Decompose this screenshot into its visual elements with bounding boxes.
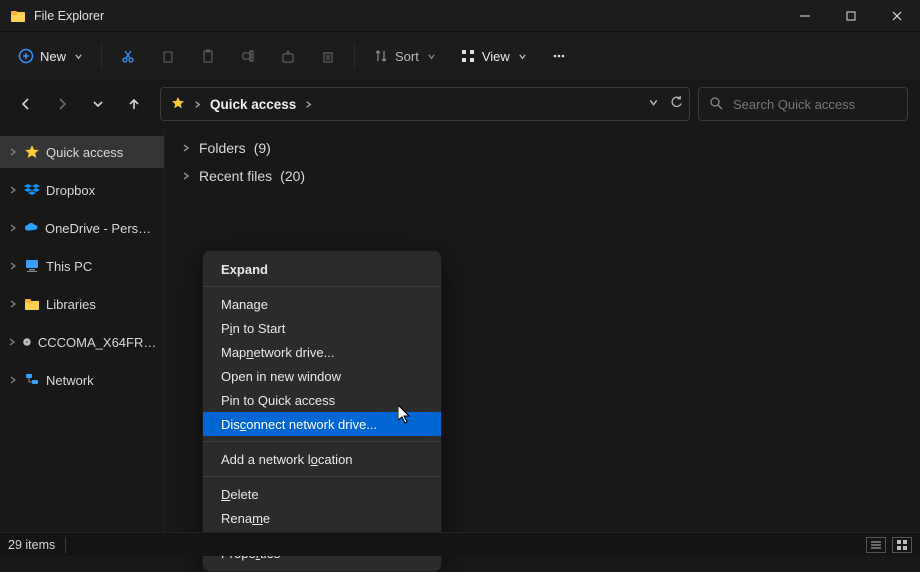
- ctx-map-network-drive[interactable]: Map network drive...: [203, 340, 441, 364]
- address-dropdown-button[interactable]: [647, 96, 660, 112]
- group-count: (20): [280, 168, 305, 184]
- sidebar-item-quick-access[interactable]: Quick access: [0, 136, 164, 168]
- sidebar-item-label: Dropbox: [46, 183, 95, 198]
- app-icon: [10, 8, 26, 24]
- sidebar-item-onedrive[interactable]: OneDrive - Personal: [0, 212, 164, 244]
- sort-button-label: Sort: [395, 49, 419, 64]
- sidebar-item-disc[interactable]: CCCOMA_X64FRE_EN-US_DV9: [0, 326, 164, 358]
- share-button[interactable]: [270, 39, 306, 73]
- status-item-count: 29 items: [8, 538, 55, 552]
- ctx-pin-quick-access[interactable]: Pin to Quick access: [203, 388, 441, 412]
- cut-button[interactable]: [110, 39, 146, 73]
- separator: [101, 44, 102, 68]
- ctx-manage[interactable]: Manage: [203, 292, 441, 316]
- chevron-right-icon: [181, 168, 191, 184]
- search-box[interactable]: [698, 87, 908, 121]
- group-name: Recent files: [199, 168, 272, 184]
- maximize-button[interactable]: [828, 0, 874, 32]
- title-bar: File Explorer: [0, 0, 920, 32]
- network-icon: [24, 372, 40, 388]
- context-menu[interactable]: Expand Manage Pin to Start Map network d…: [202, 250, 442, 572]
- view-button[interactable]: View: [450, 39, 537, 73]
- up-button[interactable]: [120, 90, 148, 118]
- chevron-down-icon: [427, 49, 436, 64]
- search-input[interactable]: [731, 96, 911, 113]
- chevron-right-icon: [181, 140, 191, 156]
- group-name: Folders: [199, 140, 246, 156]
- star-icon: [24, 144, 40, 160]
- disc-icon: [22, 334, 32, 350]
- sidebar-item-dropbox[interactable]: Dropbox: [0, 174, 164, 206]
- ctx-separator: [203, 286, 441, 287]
- sidebar-item-label: CCCOMA_X64FRE_EN-US_DV9: [38, 335, 158, 350]
- sidebar-item-label: Network: [46, 373, 94, 388]
- chevron-right-icon[interactable]: [8, 300, 18, 308]
- separator: [65, 537, 66, 553]
- chevron-right-icon[interactable]: [304, 97, 313, 112]
- large-icons-view-toggle[interactable]: [892, 537, 912, 553]
- chevron-right-icon[interactable]: [8, 262, 18, 270]
- rename-button[interactable]: [230, 39, 266, 73]
- close-button[interactable]: [874, 0, 920, 32]
- view-button-label: View: [482, 49, 510, 64]
- chevron-down-icon: [518, 49, 527, 64]
- group-header-recent[interactable]: Recent files (20): [181, 168, 904, 184]
- sidebar-item-label: This PC: [46, 259, 92, 274]
- cloud-icon: [24, 220, 39, 236]
- back-button[interactable]: [12, 90, 40, 118]
- window-title: File Explorer: [34, 9, 104, 23]
- breadcrumb[interactable]: Quick access: [210, 97, 296, 112]
- chevron-right-icon[interactable]: [8, 148, 18, 156]
- status-bar: 29 items: [0, 532, 920, 556]
- sidebar-item-network[interactable]: Network: [0, 364, 164, 396]
- minimize-button[interactable]: [782, 0, 828, 32]
- delete-button[interactable]: [310, 39, 346, 73]
- paste-button[interactable]: [190, 39, 226, 73]
- forward-button[interactable]: [48, 90, 76, 118]
- ctx-separator: [203, 476, 441, 477]
- address-bar[interactable]: Quick access: [160, 87, 690, 121]
- new-button-label: New: [40, 49, 66, 64]
- chevron-right-icon[interactable]: [193, 97, 202, 112]
- dropbox-icon: [24, 182, 40, 198]
- ctx-open-new-window[interactable]: Open in new window: [203, 364, 441, 388]
- details-view-toggle[interactable]: [866, 537, 886, 553]
- ctx-separator: [203, 441, 441, 442]
- ctx-pin-to-start[interactable]: Pin to Start: [203, 316, 441, 340]
- chevron-right-icon[interactable]: [8, 376, 18, 384]
- separator: [354, 44, 355, 68]
- ctx-add-network-location[interactable]: Add a network location: [203, 447, 441, 471]
- chevron-right-icon[interactable]: [8, 338, 16, 346]
- navigation-pane: Quick access Dropbox OneDrive - Personal…: [0, 128, 165, 532]
- ctx-disconnect-network-drive[interactable]: Disconnect network drive...: [203, 412, 441, 436]
- new-button[interactable]: New: [8, 39, 93, 73]
- chevron-right-icon[interactable]: [8, 224, 18, 232]
- group-count: (9): [254, 140, 271, 156]
- recent-locations-button[interactable]: [84, 90, 112, 118]
- chevron-right-icon[interactable]: [8, 186, 18, 194]
- star-icon: [171, 96, 185, 113]
- search-icon: [709, 96, 723, 113]
- sidebar-item-libraries[interactable]: Libraries: [0, 288, 164, 320]
- ctx-expand[interactable]: Expand: [203, 257, 441, 281]
- ctx-delete[interactable]: Delete: [203, 482, 441, 506]
- sidebar-item-label: Libraries: [46, 297, 96, 312]
- copy-button[interactable]: [150, 39, 186, 73]
- sidebar-item-label: Quick access: [46, 145, 123, 160]
- sidebar-item-this-pc[interactable]: This PC: [0, 250, 164, 282]
- more-button[interactable]: [541, 39, 577, 73]
- group-header-folders[interactable]: Folders (9): [181, 140, 904, 156]
- chevron-down-icon: [74, 49, 83, 64]
- navigation-row: Quick access: [0, 80, 920, 128]
- command-bar: New Sort View: [0, 32, 920, 80]
- ctx-rename[interactable]: Rename: [203, 506, 441, 530]
- sidebar-item-label: OneDrive - Personal: [45, 221, 158, 236]
- folder-icon: [24, 296, 40, 312]
- sort-button[interactable]: Sort: [363, 39, 446, 73]
- pc-icon: [24, 258, 40, 274]
- refresh-button[interactable]: [670, 96, 683, 112]
